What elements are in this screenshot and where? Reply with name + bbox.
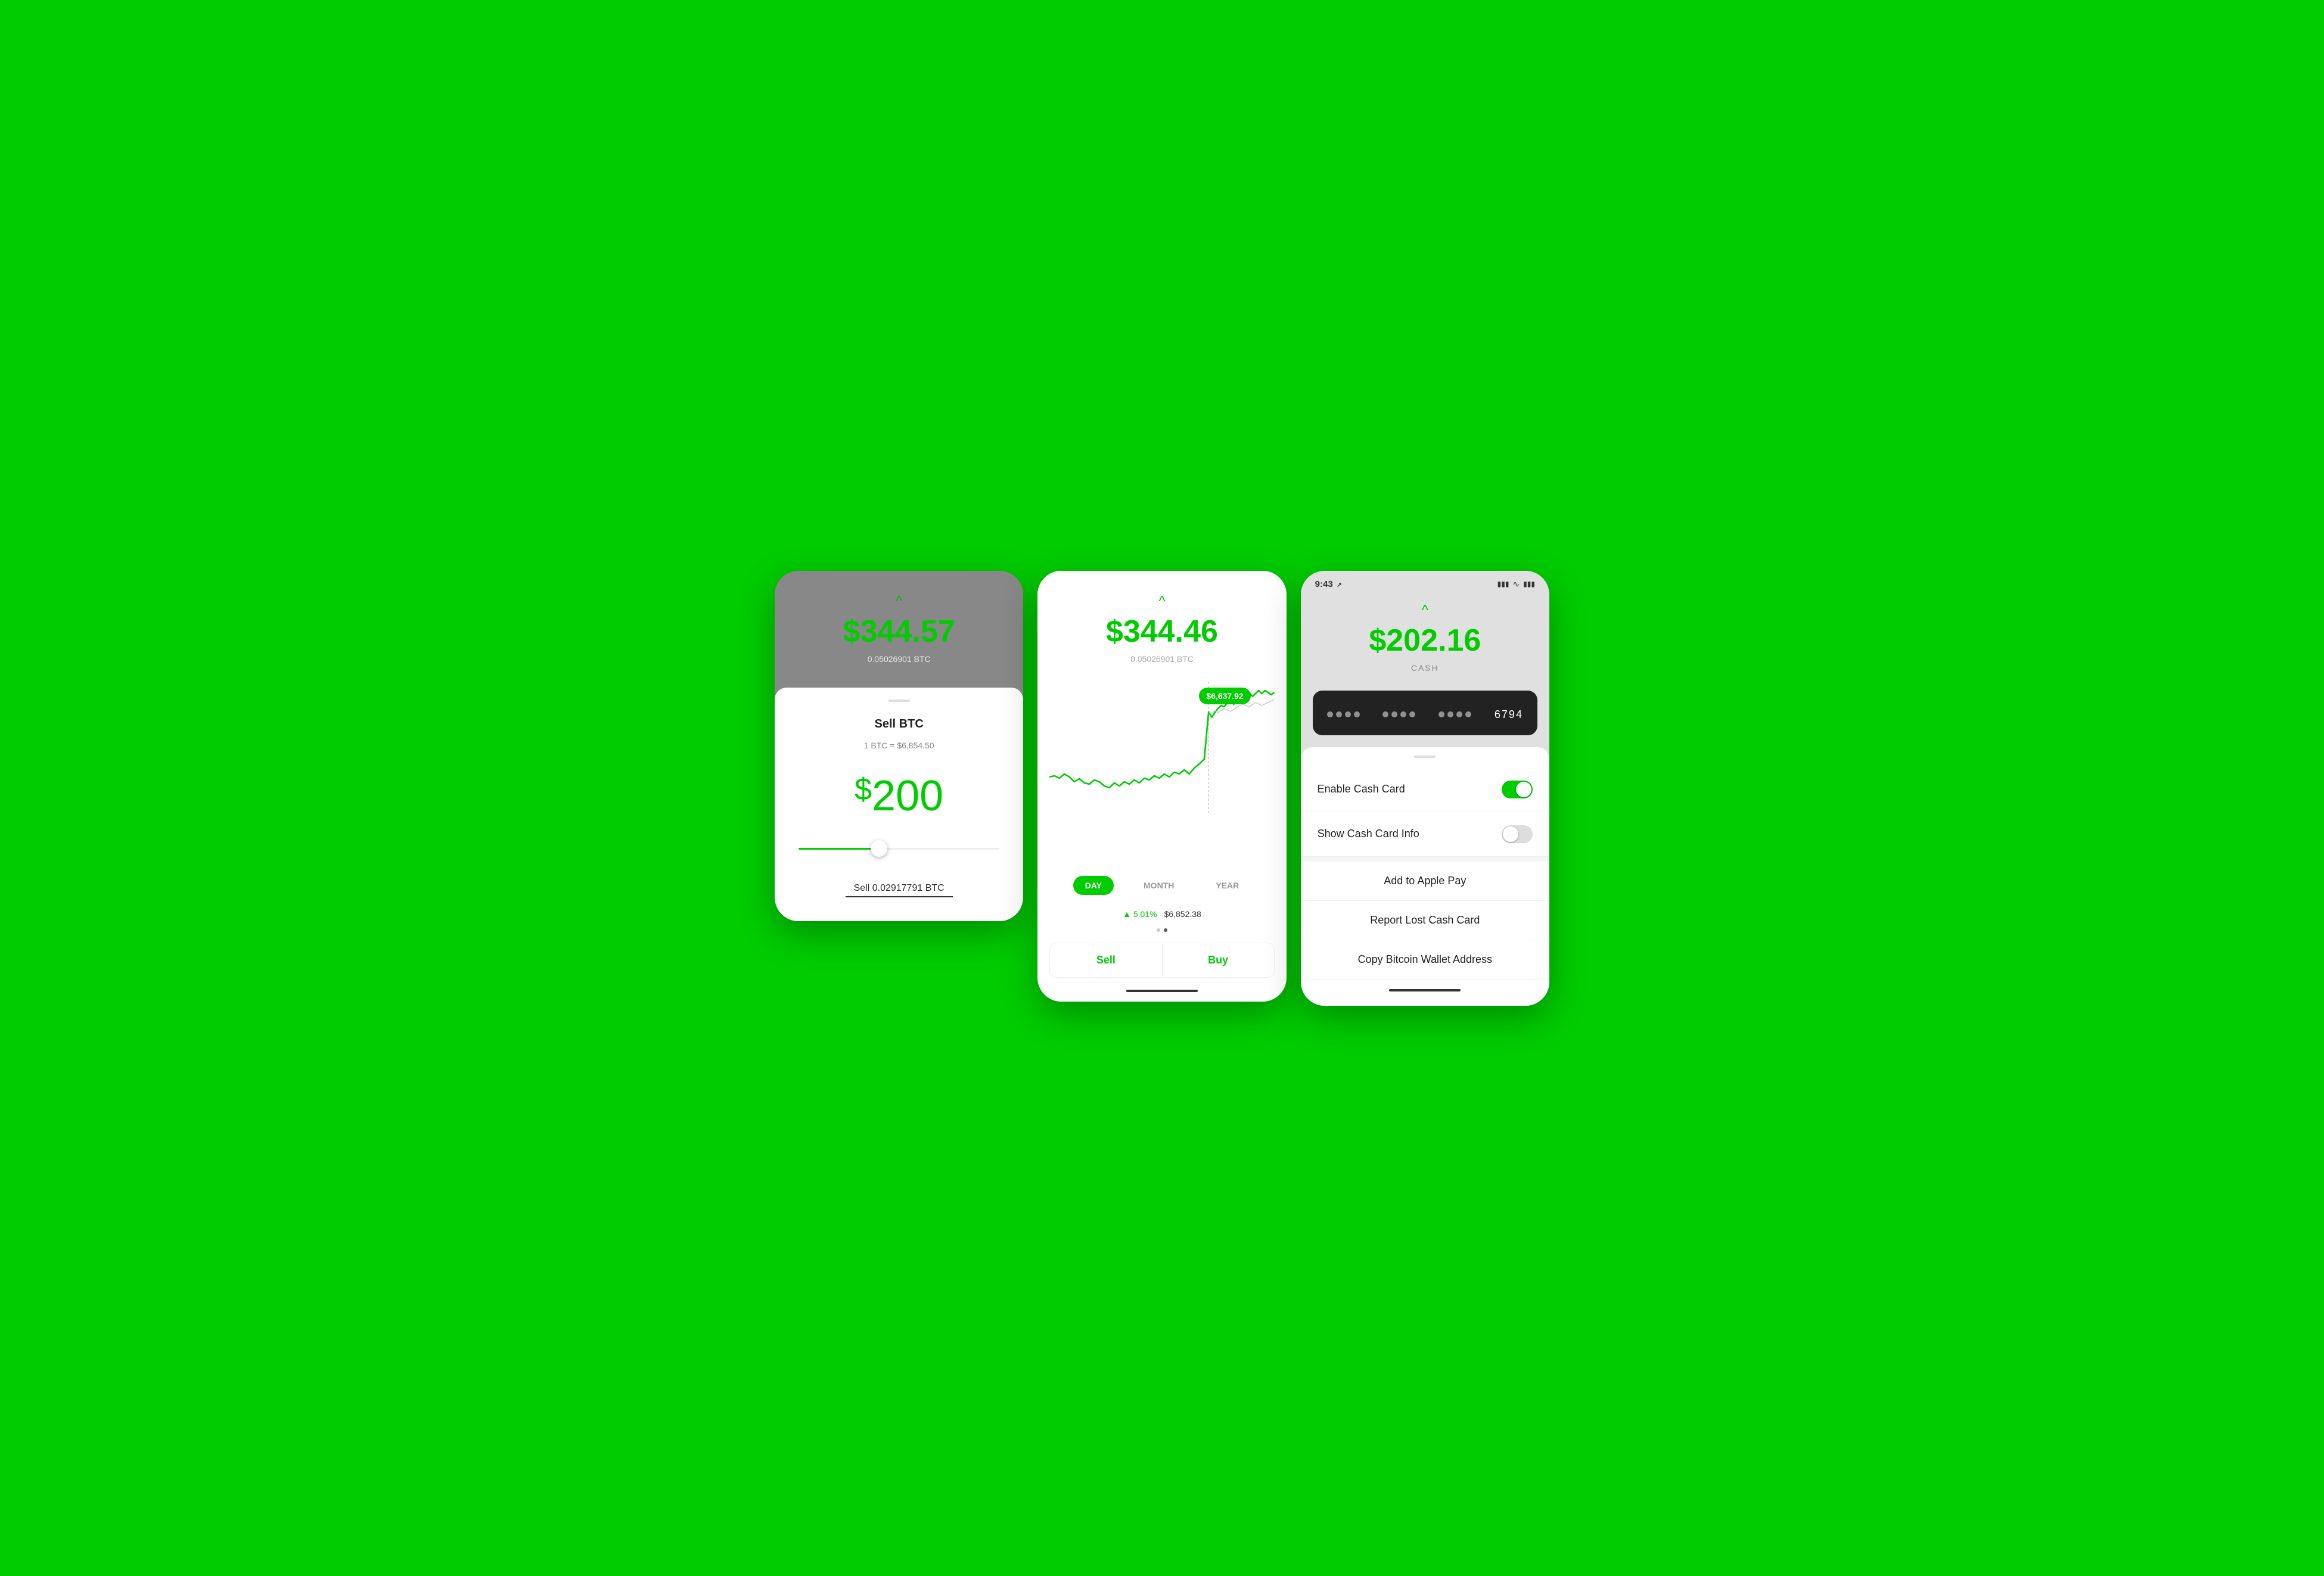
menu-divider [1301, 857, 1549, 862]
card-dots-row: 6794 [1327, 708, 1523, 721]
top-section-btc: ^ $344.57 0.05026901 BTC [775, 571, 1023, 682]
stat-price: $6,852.38 [1164, 909, 1201, 919]
card-dot [1409, 711, 1415, 717]
buy-button[interactable]: Buy [1163, 943, 1274, 977]
sell-footer: Sell 0.02917791 BTC [846, 883, 953, 897]
menu-item-enable-cash-card[interactable]: Enable Cash Card [1301, 767, 1549, 812]
dot-2 [1164, 928, 1167, 932]
cash-balance: $202.16 [1369, 623, 1481, 658]
cash-label: CASH [1411, 663, 1439, 673]
card-dot [1336, 711, 1342, 717]
home-indicator-wrap [1301, 980, 1549, 1006]
btc-balance: $344.57 [843, 614, 955, 649]
chevron-up-icon[interactable]: ^ [896, 595, 902, 609]
location-icon: ↗ [1337, 582, 1342, 589]
slider-fill [799, 848, 879, 850]
sell-btc-underline [846, 896, 953, 897]
action-buttons: Sell Buy [1049, 943, 1274, 978]
enable-cash-card-toggle[interactable] [1502, 781, 1533, 798]
card-dot [1400, 711, 1406, 717]
copy-bitcoin-wallet-address-button[interactable]: Copy Bitcoin Wallet Address [1301, 940, 1549, 980]
add-to-apple-pay-button[interactable]: Add to Apple Pay [1301, 862, 1549, 901]
toggle-thumb-2 [1503, 826, 1518, 842]
enable-cash-card-label: Enable Cash Card [1318, 783, 1405, 795]
stat-percent: ▲ 5.01% [1123, 909, 1157, 919]
cash-card-visual: 6794 [1313, 691, 1537, 735]
sheet-handle [888, 700, 910, 702]
sell-amount: $200 [855, 772, 943, 820]
card-dot [1456, 711, 1462, 717]
card-dot [1382, 711, 1388, 717]
price-chart [1049, 682, 1274, 848]
chart-tooltip: $6,637.92 [1199, 688, 1250, 704]
screen-cash-card: 9:43 ↗ ▮▮▮ ∿ ▮▮▮ ^ $202.16 CASH [1301, 571, 1549, 1006]
sell-rate: 1 BTC = $6,854.50 [864, 741, 934, 750]
menu-item-show-cash-card-info[interactable]: Show Cash Card Info [1301, 812, 1549, 857]
chevron-up-icon-3[interactable]: ^ [1422, 604, 1428, 618]
battery-icon: ▮▮▮ [1523, 580, 1535, 588]
cash-card-sheet: Enable Cash Card Show Cash Card Info Add… [1301, 747, 1549, 1006]
sell-btc-label: Sell 0.02917791 BTC [854, 883, 944, 894]
period-selector: DAY MONTH YEAR [1037, 866, 1286, 904]
status-icons: ▮▮▮ ∿ ▮▮▮ [1497, 579, 1535, 589]
wifi-icon: ∿ [1512, 579, 1520, 589]
sheet-handle-wrap [1301, 747, 1549, 767]
chart-balance: $344.46 [1106, 614, 1218, 649]
sell-title: Sell BTC [875, 717, 924, 731]
sell-button[interactable]: Sell [1050, 943, 1162, 977]
dot-1 [1157, 928, 1160, 932]
slider-track [799, 848, 999, 850]
chart-section: $6,637.92 [1037, 676, 1286, 866]
report-lost-cash-card-button[interactable]: Report Lost Cash Card [1301, 901, 1549, 940]
show-cash-card-info-toggle[interactable] [1502, 825, 1533, 843]
screens-container: ^ $344.57 0.05026901 BTC Sell BTC 1 BTC … [775, 571, 1549, 1006]
top-section-cash: ^ $202.16 CASH [1301, 594, 1549, 685]
btc-sub-amount: 0.05026901 BTC [868, 654, 931, 664]
card-dot [1327, 711, 1333, 717]
sell-sheet: Sell BTC 1 BTC = $6,854.50 $200 Sell 0.0… [775, 688, 1023, 921]
card-dot [1447, 711, 1453, 717]
screen-chart: ^ $344.46 0.05026901 BTC $6,637.92 DAY M… [1037, 571, 1286, 1002]
show-cash-card-info-label: Show Cash Card Info [1318, 828, 1419, 840]
period-month-btn[interactable]: MONTH [1132, 876, 1186, 895]
page-dots [1037, 924, 1286, 937]
slider-thumb[interactable] [871, 840, 887, 857]
screen-sell-btc: ^ $344.57 0.05026901 BTC Sell BTC 1 BTC … [775, 571, 1023, 921]
home-indicator [1126, 990, 1198, 992]
signal-icon: ▮▮▮ [1497, 580, 1509, 588]
card-last-four: 6794 [1495, 708, 1523, 721]
card-dot [1345, 711, 1351, 717]
card-dot [1391, 711, 1397, 717]
chart-stats: ▲ 5.01% $6,852.38 [1037, 904, 1286, 924]
home-indicator-3 [1389, 989, 1461, 991]
card-dot [1438, 711, 1444, 717]
sheet-handle-3 [1414, 756, 1436, 758]
toggle-thumb [1516, 782, 1531, 797]
card-dot-group-1 [1327, 711, 1360, 717]
status-time: 9:43 ↗ [1315, 579, 1342, 589]
chart-sub-amount: 0.05026901 BTC [1130, 654, 1194, 664]
period-year-btn[interactable]: YEAR [1204, 876, 1251, 895]
chevron-up-icon-2[interactable]: ^ [1158, 595, 1165, 609]
period-day-btn[interactable]: DAY [1073, 876, 1114, 895]
status-bar: 9:43 ↗ ▮▮▮ ∿ ▮▮▮ [1301, 571, 1549, 594]
top-section-chart: ^ $344.46 0.05026901 BTC [1037, 571, 1286, 676]
card-dot-group-2 [1382, 711, 1415, 717]
card-dot-group-3 [1438, 711, 1471, 717]
sell-slider[interactable] [793, 848, 1005, 850]
card-dot [1354, 711, 1360, 717]
card-dot [1465, 711, 1471, 717]
